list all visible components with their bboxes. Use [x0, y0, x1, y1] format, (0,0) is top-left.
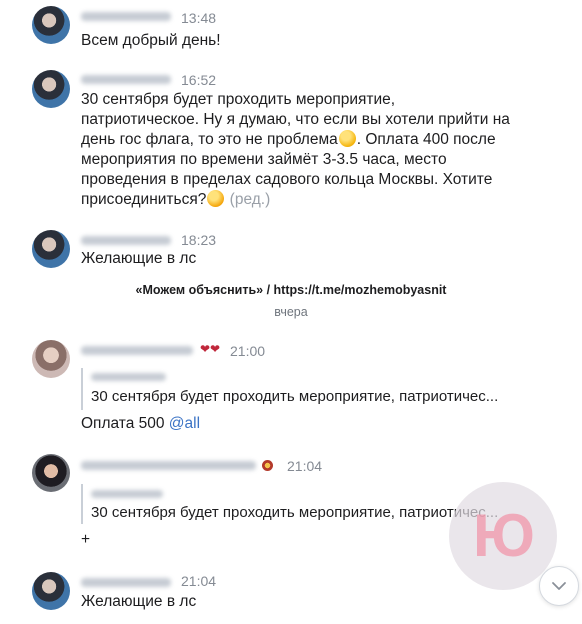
author-name-blurred[interactable]	[81, 75, 171, 84]
avatar[interactable]	[32, 340, 70, 378]
quote-text[interactable]: 30 сентября будет проходить мероприятие,…	[91, 504, 498, 521]
grinning-emoji-icon	[207, 190, 225, 207]
avatar[interactable]	[32, 230, 70, 268]
message-time: 21:04	[181, 573, 217, 589]
date-separator: вчера	[274, 305, 308, 319]
author-name-blurred[interactable]	[81, 236, 171, 245]
logo-letter: Ю	[473, 502, 535, 569]
message-1: 13:48 Всем добрый день!	[0, 0, 582, 60]
message-time: 21:04	[287, 458, 323, 474]
avatar[interactable]	[32, 572, 70, 610]
message-3: 18:23 Желающие в лс	[0, 226, 582, 276]
message-2: 16:52 30 сентября будет проходить меропр…	[0, 62, 582, 212]
quote-author-blurred[interactable]	[91, 490, 163, 498]
quote-bar	[81, 484, 83, 524]
avatar[interactable]	[32, 454, 70, 492]
watermark-logo: Ю	[449, 482, 557, 590]
heart-icon: ❤❤	[200, 342, 221, 356]
edited-label: (ред.)	[229, 191, 271, 208]
quote-text[interactable]: 30 сентября будет проходить мероприятие,…	[91, 388, 498, 405]
quote-bar	[81, 368, 83, 410]
message-text: Желающие в лс	[81, 250, 197, 267]
message-text: Всем добрый день!	[81, 32, 221, 49]
author-name-blurred[interactable]	[81, 12, 171, 21]
message-text: Оплата 500 @all	[81, 415, 201, 432]
author-name-blurred[interactable]	[81, 461, 256, 470]
message-time: 18:23	[181, 232, 217, 248]
message-time: 16:52	[181, 72, 217, 88]
message-text: +	[81, 531, 91, 548]
chevron-down-icon	[552, 582, 566, 590]
message-text: Желающие в лс	[81, 593, 197, 610]
message-text: 30 сентября будет проходить мероприятие,…	[81, 91, 510, 208]
avatar[interactable]	[32, 6, 70, 44]
badge-icon	[262, 460, 273, 471]
author-name-blurred[interactable]	[81, 578, 171, 587]
message-time: 13:48	[181, 10, 217, 26]
author-name-blurred[interactable]	[81, 346, 193, 355]
avatar[interactable]	[32, 70, 70, 108]
message-time: 21:00	[230, 343, 266, 359]
service-link[interactable]: «Можем объяснить» / https://t.me/mozhemo…	[0, 283, 582, 297]
slightly-smiling-emoji-icon	[338, 130, 356, 147]
message-4: ❤❤ 21:00 30 сентября будет проходить мер…	[0, 334, 582, 434]
mention-link[interactable]: @all	[169, 415, 200, 432]
quote-author-blurred[interactable]	[91, 373, 166, 381]
scroll-down-button[interactable]	[539, 566, 579, 606]
